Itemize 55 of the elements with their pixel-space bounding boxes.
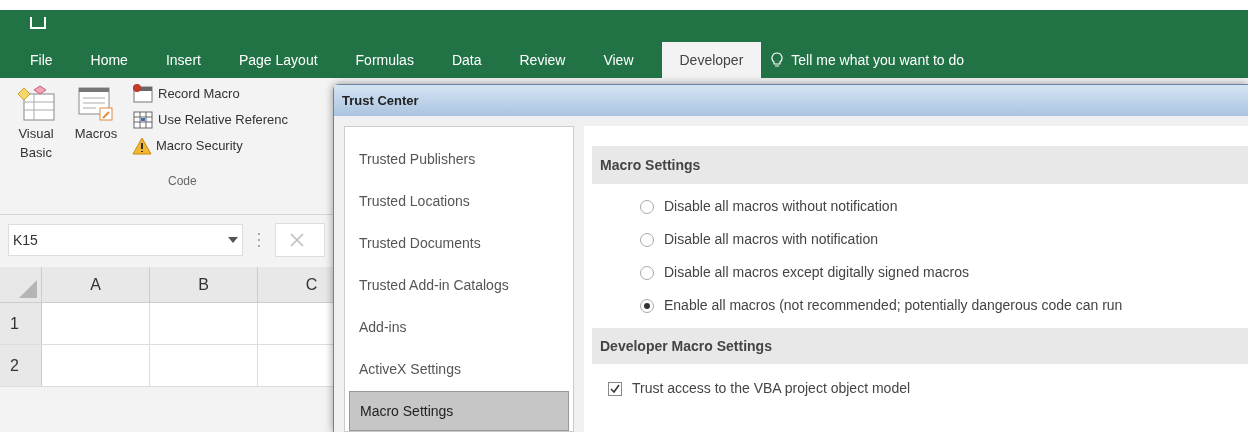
ribbon-tab[interactable]: Formulas [345,42,424,78]
ribbon-small-button[interactable]: Macro Security [132,136,289,156]
radio-button[interactable] [640,232,654,247]
dialog-title: Trust Center [342,91,419,110]
ribbon-small-button[interactable]: Use Relative Referenc [132,110,289,130]
nav-item[interactable]: Macro Settings [349,391,569,431]
ribbon-tab[interactable]: View [593,42,644,78]
ribbon-tab[interactable]: Data [441,42,492,78]
ribbon-small-button[interactable]: Record Macro [132,84,289,104]
ribbon-tab[interactable]: Review [509,42,576,78]
warning-icon [132,136,152,155]
column-header[interactable]: A [42,267,150,302]
ribbon-tab[interactable]: Developer [661,42,762,78]
grid-cell[interactable] [150,303,258,344]
ribbon-large-button[interactable]: Macros [68,84,124,162]
radio-option[interactable]: Enable all macros (not recommended; potentially dangerous code can run [640,295,1248,316]
cancel-button[interactable] [275,223,325,257]
ribbon-tab[interactable]: Page Layout [228,42,328,78]
radio-button[interactable] [640,265,654,280]
grid-cell[interactable] [42,345,150,386]
lightbulb-icon [771,52,784,68]
section-heading: Macro Settings [592,146,1248,184]
ribbon-tab[interactable]: File [20,42,63,78]
ribbon-tab[interactable]: Insert [155,42,211,78]
close-icon [290,233,304,247]
group-label: Code [168,173,198,190]
nav-item[interactable]: Trusted Locations [349,181,569,221]
ribbon-large-button[interactable]: Visual Basic [8,84,64,162]
grid-cell[interactable] [42,303,150,344]
grip-icon [257,232,261,248]
row-header[interactable]: 1 [0,303,42,344]
checkbox[interactable] [608,381,622,396]
section-heading: Developer Macro Settings [592,328,1248,364]
nav-item[interactable]: Trusted Documents [349,223,569,263]
macros-icon [76,84,116,124]
radio-option[interactable]: Disable all macros without notification [640,196,1248,217]
select-all-icon[interactable] [19,280,37,298]
record-macro-icon [132,84,154,104]
nav-item[interactable]: Add-ins [349,307,569,347]
column-header[interactable]: B [150,267,258,302]
nav-item[interactable]: ActiveX Settings [349,349,569,389]
radio-button[interactable] [640,298,654,313]
visual-basic-icon [16,84,56,124]
radio-option[interactable]: Disable all macros with notification [640,229,1248,250]
ribbon-tab[interactable]: Home [80,42,138,78]
name-box[interactable]: K15 [8,224,243,256]
radio-button[interactable] [640,199,654,214]
nav-item[interactable]: Trusted Publishers [349,139,569,179]
row-header[interactable]: 2 [0,345,42,386]
dropdown-caret-icon [228,237,238,243]
tell-me-field[interactable]: Tell me what you want to do [771,42,965,78]
radio-option[interactable]: Disable all macros except digitally signed macros [640,262,1248,283]
grid-cell[interactable] [150,345,258,386]
checkbox-option[interactable]: Trust access to the VBA project object model [608,378,1248,399]
table-grid-icon [132,110,154,130]
